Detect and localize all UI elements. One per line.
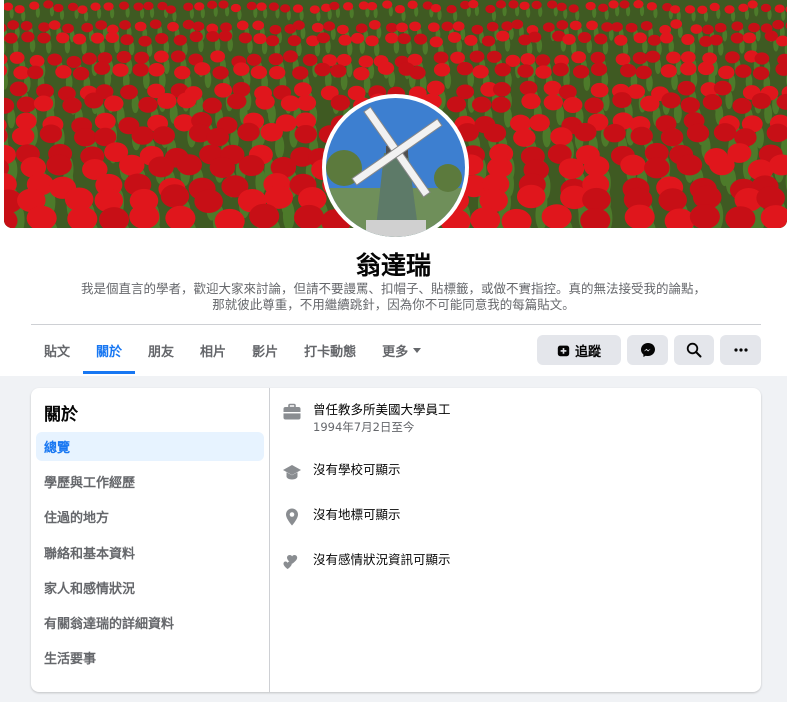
about-title: 關於 <box>44 405 78 425</box>
messenger-icon <box>640 343 655 357</box>
tab-more[interactable]: 更多 <box>369 326 434 374</box>
tab-friends[interactable]: 朋友 <box>135 326 187 374</box>
profile-tabs: 貼文 關於 朋友 相片 影片 打卡動態 更多 <box>31 326 434 374</box>
tab-about[interactable]: 關於 <box>83 326 136 374</box>
profile-bio: 我是個直言的學者，歡迎大家來討論，但請不要謾罵、扣帽子、貼標籤，或做不實指控。真… <box>30 281 757 313</box>
relationship-row: 沒有感情狀況資訊可顯示 <box>281 551 451 573</box>
bio-line: 那就彼此尊重，不用繼續跳針，因為你不可能同意我的每篇貼文。 <box>212 297 575 312</box>
location-pin-icon <box>286 508 298 526</box>
sidebar-item-life-events[interactable]: 生活要事 <box>36 643 264 672</box>
briefcase-icon <box>283 403 301 420</box>
more-dots-icon <box>733 348 748 352</box>
place-text: 沒有地標可顯示 <box>313 507 401 522</box>
more-options-button[interactable] <box>720 335 761 365</box>
header-divider <box>31 324 761 325</box>
work-row: 曾任教多所美國大學員工 1994年7月2日至今 <box>281 401 451 435</box>
hearts-icon <box>283 555 298 570</box>
work-title[interactable]: 曾任教多所美國大學員工 <box>313 401 451 419</box>
about-overview: 曾任教多所美國大學員工 1994年7月2日至今 沒有學校可顯示 沒有地標可顯示 <box>281 388 751 692</box>
follow-plus-icon <box>557 345 570 356</box>
messenger-button[interactable] <box>627 335 668 365</box>
bio-line: 我是個直言的學者，歡迎大家來討論，但請不要謾罵、扣帽子、貼標籤，或做不實指控。真… <box>80 281 706 296</box>
search-icon <box>686 342 702 358</box>
windmill-image <box>326 98 465 237</box>
place-row: 沒有地標可顯示 <box>281 506 401 528</box>
sidebar-item-work-education[interactable]: 學歷與工作經歷 <box>36 467 264 496</box>
about-sidebar: 關於 總覽 學歷與工作經歷 住過的地方 聯絡和基本資料 家人和感情狀況 有關翁達… <box>31 388 270 692</box>
sidebar-item-overview[interactable]: 總覽 <box>36 432 264 461</box>
tab-more-label: 更多 <box>382 344 409 360</box>
sidebar-item-contact[interactable]: 聯絡和基本資料 <box>36 538 264 567</box>
school-row: 沒有學校可顯示 <box>281 461 401 483</box>
follow-button[interactable]: 追蹤 <box>537 335 621 365</box>
sidebar-item-places[interactable]: 住過的地方 <box>36 502 264 531</box>
search-button[interactable] <box>674 335 714 365</box>
about-card: 關於 總覽 學歷與工作經歷 住過的地方 聯絡和基本資料 家人和感情狀況 有關翁達… <box>31 388 761 692</box>
tab-posts[interactable]: 貼文 <box>31 326 83 374</box>
school-text: 沒有學校可顯示 <box>313 462 401 477</box>
profile-header: 翁達瑞 我是個直言的學者，歡迎大家來討論，但請不要謾罵、扣帽子、貼標籤，或做不實… <box>0 0 787 376</box>
profile-name: 翁達瑞 <box>355 251 431 280</box>
profile-picture[interactable] <box>322 94 469 241</box>
chevron-down-icon <box>413 347 422 353</box>
tab-photos[interactable]: 相片 <box>187 326 239 374</box>
graduation-cap-icon <box>283 465 301 480</box>
sidebar-item-details[interactable]: 有關翁達瑞的詳細資料 <box>36 608 264 637</box>
work-since: 1994年7月2日至今 <box>313 420 415 434</box>
relationship-text: 沒有感情狀況資訊可顯示 <box>313 552 451 567</box>
follow-label: 追蹤 <box>574 344 601 360</box>
tab-videos[interactable]: 影片 <box>239 326 291 374</box>
tab-check-ins[interactable]: 打卡動態 <box>291 326 369 374</box>
sidebar-item-family[interactable]: 家人和感情狀況 <box>36 573 264 602</box>
